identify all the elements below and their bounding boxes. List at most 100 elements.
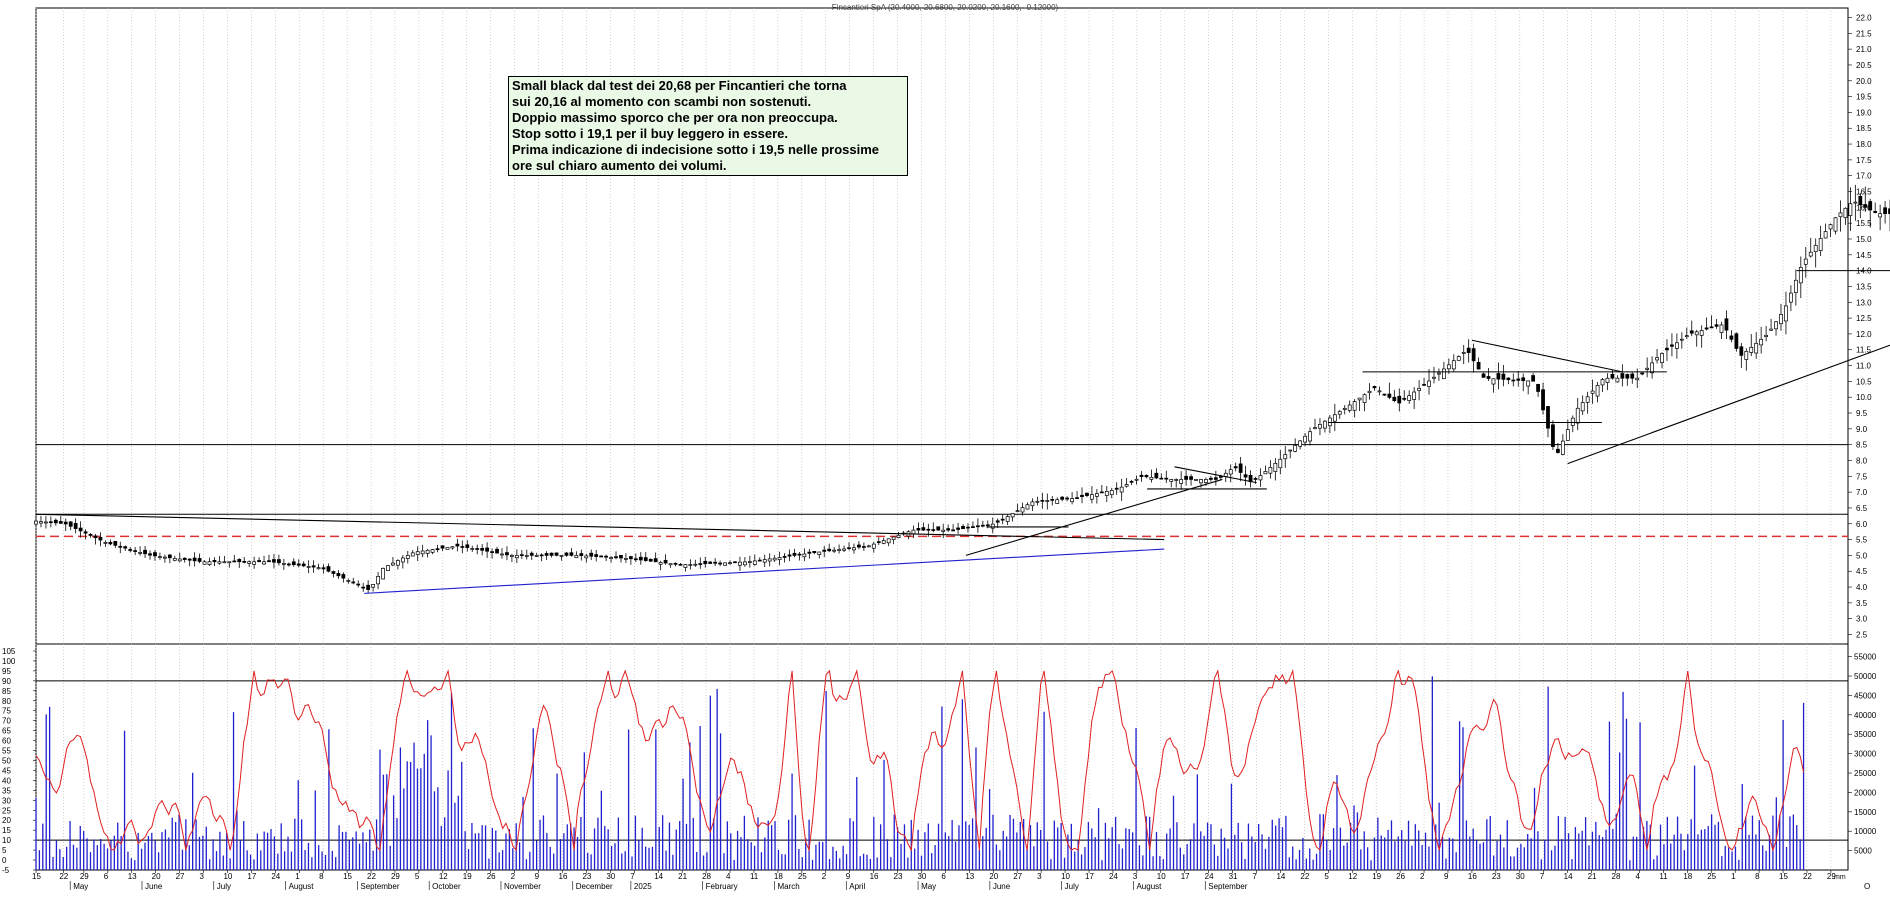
candle-body [1020, 507, 1025, 513]
candle-body [1104, 491, 1109, 496]
candle-body [807, 551, 812, 554]
candle-body [896, 534, 901, 539]
note-line-5: Prima indicazione di indecisione sotto i… [512, 142, 879, 157]
candle-body [832, 549, 837, 552]
candle-body [1456, 356, 1461, 361]
x-tick-label: 12 [439, 872, 448, 881]
candle-body [1075, 497, 1079, 499]
price-tick-label: 19.0 [1856, 108, 1872, 117]
candle-body [842, 548, 846, 551]
candle-body [752, 560, 757, 565]
candle-body [371, 584, 375, 588]
candle-body [861, 546, 866, 548]
candle-body [802, 553, 807, 558]
candle-body [1813, 244, 1818, 252]
candle-body [628, 556, 633, 560]
candle-body [743, 561, 747, 566]
candle-body [192, 557, 197, 562]
candle-body [1828, 224, 1833, 230]
candle-body [514, 555, 519, 559]
candle-body [817, 551, 822, 555]
candle-body [430, 549, 435, 553]
candle-body [182, 557, 187, 560]
candle-body [698, 563, 703, 565]
candle-body [1496, 373, 1501, 380]
price-tick-label: 6.5 [1856, 504, 1868, 513]
candle-body [1050, 499, 1055, 501]
osc-left-tick-label: 15 [2, 826, 11, 835]
candle-body [1179, 479, 1184, 484]
candle-body [822, 549, 827, 552]
candle-body [495, 548, 499, 554]
osc-left-tick-label: 55 [2, 747, 11, 756]
candle-body [916, 528, 921, 531]
candle-body [1541, 389, 1545, 411]
candle-body [386, 565, 390, 571]
candle-body [222, 561, 227, 564]
candle-body [98, 537, 103, 541]
candle-body [1575, 407, 1580, 424]
candle-body [1719, 324, 1724, 333]
candle-body [1025, 504, 1030, 510]
candle-body [1288, 449, 1293, 452]
x-tick-label: 30 [606, 872, 615, 881]
candle-body [1580, 402, 1585, 412]
candle-body [1387, 393, 1392, 398]
candle-body [1451, 360, 1456, 370]
price-tick-label: 21.5 [1856, 29, 1872, 38]
candle-body [1486, 376, 1491, 379]
candle-body [1119, 486, 1124, 493]
x-tick-label: 13 [965, 872, 974, 881]
x-tick-label: 22 [367, 872, 376, 881]
candle-body [1883, 207, 1887, 215]
candle-body [866, 545, 871, 548]
osc-left-tick-label: 30 [2, 796, 11, 805]
candle-body [247, 561, 252, 564]
price-tick-label: 6.0 [1856, 520, 1868, 529]
candle-body [1372, 386, 1377, 389]
candle-body [1332, 414, 1337, 422]
candle-body [202, 561, 207, 565]
candle-body [837, 549, 841, 551]
candle-body [604, 555, 608, 558]
month-label: July [217, 882, 231, 891]
price-tick-label: 4.5 [1856, 567, 1868, 576]
candle-body [1729, 335, 1734, 340]
candle-body [133, 550, 138, 552]
price-tick-label: 17.5 [1856, 156, 1872, 165]
x-tick-label: 20 [989, 872, 998, 881]
osc-left-tick-label: 40 [2, 776, 11, 785]
price-tick-label: 3.0 [1856, 615, 1868, 624]
x-tick-label: 30 [1516, 872, 1525, 881]
candle-body [544, 553, 549, 556]
candle-body [1149, 477, 1154, 480]
x-tick-label: 25 [1707, 872, 1716, 881]
x-tick-label: 11 [750, 872, 759, 881]
candle-body [1714, 324, 1719, 327]
candle-body [143, 549, 147, 555]
candle-body [1427, 380, 1431, 387]
candle-body [1382, 393, 1387, 396]
candle-body [1585, 396, 1590, 403]
candle-body [83, 531, 88, 534]
candle-body [1243, 474, 1248, 478]
candle-body [757, 559, 762, 562]
candle-body [1015, 510, 1020, 512]
candle-body [956, 527, 960, 530]
candle-body [564, 552, 569, 556]
candle-body [1099, 491, 1104, 494]
price-tick-label: 22.0 [1856, 13, 1872, 22]
candle-body [1749, 346, 1754, 353]
candle-body [39, 521, 43, 524]
price-tick-label: 15.5 [1856, 219, 1872, 228]
candle-body [1818, 238, 1823, 251]
x-tick-label: 30 [917, 872, 926, 881]
price-tick-label: 12.5 [1856, 314, 1872, 323]
x-tick-label: 19 [1372, 872, 1381, 881]
candle-body [1085, 492, 1089, 496]
x-tick-label: 10 [1061, 872, 1070, 881]
candle-body [1253, 478, 1258, 480]
candle-body [1833, 217, 1838, 232]
candle-body [1838, 212, 1843, 218]
candle-body [361, 586, 366, 589]
